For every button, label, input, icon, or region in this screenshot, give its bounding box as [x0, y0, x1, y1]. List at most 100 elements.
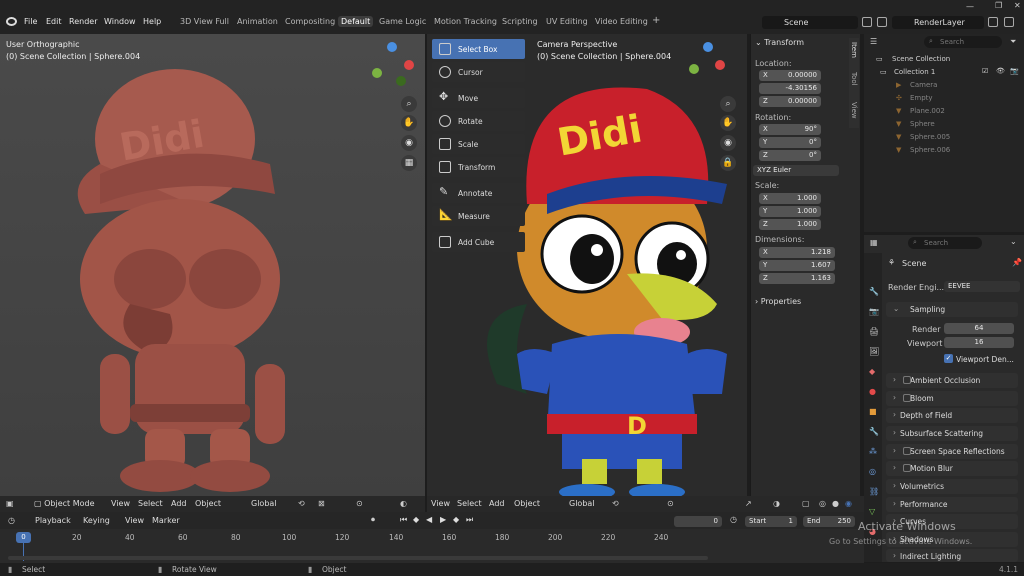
gizmo-y-icon[interactable]: [372, 68, 382, 78]
eye-icon[interactable]: 👁: [996, 67, 1005, 75]
outliner-row-sphere[interactable]: ▼ Sphere: [864, 118, 1024, 131]
scene-selector[interactable]: Scene: [762, 16, 858, 29]
scale-y-field[interactable]: Y 1.000: [759, 206, 821, 217]
timeline-scrollbar[interactable]: [8, 556, 708, 560]
viewport-samples-field[interactable]: 16: [944, 337, 1014, 348]
tool-scale[interactable]: Scale: [432, 134, 525, 154]
pivot-icon[interactable]: ⟲: [298, 499, 305, 508]
shading-wireframe-icon[interactable]: ◎: [819, 499, 826, 508]
rotation-y-field[interactable]: Y 0°: [759, 137, 821, 148]
menu-object[interactable]: Object: [195, 499, 221, 508]
menu-edit[interactable]: Edit: [46, 17, 62, 26]
outliner-row-empty[interactable]: ✣ Empty: [864, 92, 1024, 105]
camera-view-icon[interactable]: ◉: [401, 135, 417, 151]
zoom-icon[interactable]: ⌕: [401, 96, 417, 112]
pin-icon[interactable]: 📌: [1012, 258, 1022, 267]
output-tab-icon[interactable]: 🖨: [869, 327, 879, 336]
modifier-tab-icon[interactable]: 🔧: [869, 427, 879, 436]
menu-view[interactable]: View: [431, 499, 450, 508]
gizmo-z-icon[interactable]: [703, 42, 713, 52]
tab-game-logic[interactable]: Game Logic: [379, 17, 426, 26]
constraints-tab-icon[interactable]: ⛓: [869, 487, 879, 496]
start-frame-field[interactable]: Start 1: [745, 516, 797, 527]
physics-tab-icon[interactable]: ◎: [869, 467, 876, 476]
record-icon[interactable]: ⏺: [371, 515, 375, 525]
bloom-checkbox[interactable]: [903, 394, 911, 402]
tool-rotate[interactable]: Rotate: [432, 111, 525, 131]
gizmo-x-icon[interactable]: [404, 60, 414, 70]
marker-menu[interactable]: Marker: [152, 516, 180, 525]
prev-keyframe-icon[interactable]: ◆: [413, 515, 419, 524]
jump-start-icon[interactable]: ⏮: [400, 515, 407, 525]
tool-cursor[interactable]: Cursor: [432, 62, 525, 82]
pan-hand-icon[interactable]: ✋: [401, 115, 417, 131]
gizmo-y-icon[interactable]: [689, 64, 699, 74]
gizmo-neg-y-icon[interactable]: [396, 76, 406, 86]
delete-view-layer-icon[interactable]: [1004, 17, 1014, 27]
xray-icon[interactable]: ▢: [802, 499, 810, 508]
section-sampling[interactable]: ⌄ Sampling: [886, 302, 1018, 317]
camera-view-icon[interactable]: ◉: [720, 135, 736, 151]
menu-select[interactable]: Select: [457, 499, 482, 508]
end-frame-field[interactable]: End 250: [803, 516, 855, 527]
tab-tool[interactable]: Tool: [850, 72, 858, 86]
delete-scene-icon[interactable]: [877, 17, 887, 27]
mode-selector[interactable]: ▢ Object Mode: [34, 499, 95, 508]
menu-add[interactable]: Add: [489, 499, 505, 508]
motion-blur-checkbox[interactable]: [903, 464, 911, 472]
gizmo-x-icon[interactable]: [715, 60, 725, 70]
jump-end-icon[interactable]: ⏭: [466, 515, 473, 525]
new-view-layer-icon[interactable]: [988, 17, 998, 27]
pan-hand-icon[interactable]: ✋: [720, 115, 736, 131]
new-scene-icon[interactable]: [862, 17, 872, 27]
view-layer-selector[interactable]: RenderLayer: [892, 16, 984, 29]
view-menu[interactable]: View: [125, 516, 144, 525]
menu-file[interactable]: File: [24, 17, 37, 26]
current-frame-field[interactable]: 0: [674, 516, 722, 527]
next-keyframe-icon[interactable]: ◆: [453, 515, 459, 524]
world-tab-icon[interactable]: ●: [869, 387, 876, 396]
tab-motion-tracking[interactable]: Motion Tracking: [434, 17, 497, 26]
section-volumetrics[interactable]: › Volumetrics: [886, 479, 1018, 494]
blender-logo-icon[interactable]: [6, 17, 17, 26]
dimension-x-field[interactable]: X 1.218: [759, 247, 835, 258]
filter-icon[interactable]: ⏷: [1010, 37, 1016, 47]
section-indirect-lighting[interactable]: › Indirect Lighting: [886, 549, 1018, 562]
snap-icon[interactable]: ⊠: [318, 499, 325, 508]
tab-compositing[interactable]: Compositing: [285, 17, 335, 26]
lock-camera-icon[interactable]: 🔒: [720, 155, 736, 171]
menu-select[interactable]: Select: [138, 499, 163, 508]
tab-view[interactable]: View: [850, 102, 858, 119]
scene-tab-icon[interactable]: ◆: [869, 367, 875, 376]
keying-menu[interactable]: Keying: [83, 516, 110, 525]
grid-view-icon[interactable]: ▦: [401, 155, 417, 171]
outliner-search-input[interactable]: ⌕ Search: [924, 36, 1002, 48]
options-icon[interactable]: ⌄: [1010, 237, 1017, 246]
play-icon[interactable]: ▶: [440, 515, 446, 524]
visibility-icon[interactable]: ◐: [400, 499, 407, 508]
tab-animation[interactable]: Animation: [237, 17, 278, 26]
tab-default[interactable]: Default: [338, 16, 374, 27]
tool-transform[interactable]: Transform: [432, 157, 525, 177]
location-x-field[interactable]: X 0.00000: [759, 70, 821, 81]
section-performance[interactable]: › Performance: [886, 497, 1018, 512]
gizmo-z-icon[interactable]: [387, 42, 397, 52]
checkbox-icon[interactable]: ☑: [982, 67, 988, 75]
playhead[interactable]: 0: [16, 532, 31, 543]
ambient-occlusion-checkbox[interactable]: [903, 376, 911, 384]
shading-rendered-icon[interactable]: ◉: [845, 499, 852, 508]
section-subsurface-scattering[interactable]: › Subsurface Scattering: [886, 426, 1018, 441]
render-engine-dropdown[interactable]: EEVEE: [944, 281, 1020, 292]
pivot-icon[interactable]: ⟲: [612, 499, 619, 508]
menu-object[interactable]: Object: [514, 499, 540, 508]
sculpt-model[interactable]: Didi: [70, 44, 330, 494]
tab-uv-editing[interactable]: UV Editing: [546, 17, 588, 26]
add-workspace-button[interactable]: +: [652, 15, 660, 26]
orientation-selector[interactable]: Global: [569, 499, 595, 508]
maximize-button[interactable]: ❐: [995, 1, 1002, 10]
tab-video-editing[interactable]: Video Editing: [595, 17, 648, 26]
outliner-editor-icon[interactable]: ☰: [870, 37, 877, 46]
zoom-icon[interactable]: ⌕: [720, 96, 736, 112]
rotation-x-field[interactable]: X 90°: [759, 124, 821, 135]
outliner-row-collection-1[interactable]: ▭ Collection 1 ☑ 👁 📷: [864, 66, 1024, 79]
